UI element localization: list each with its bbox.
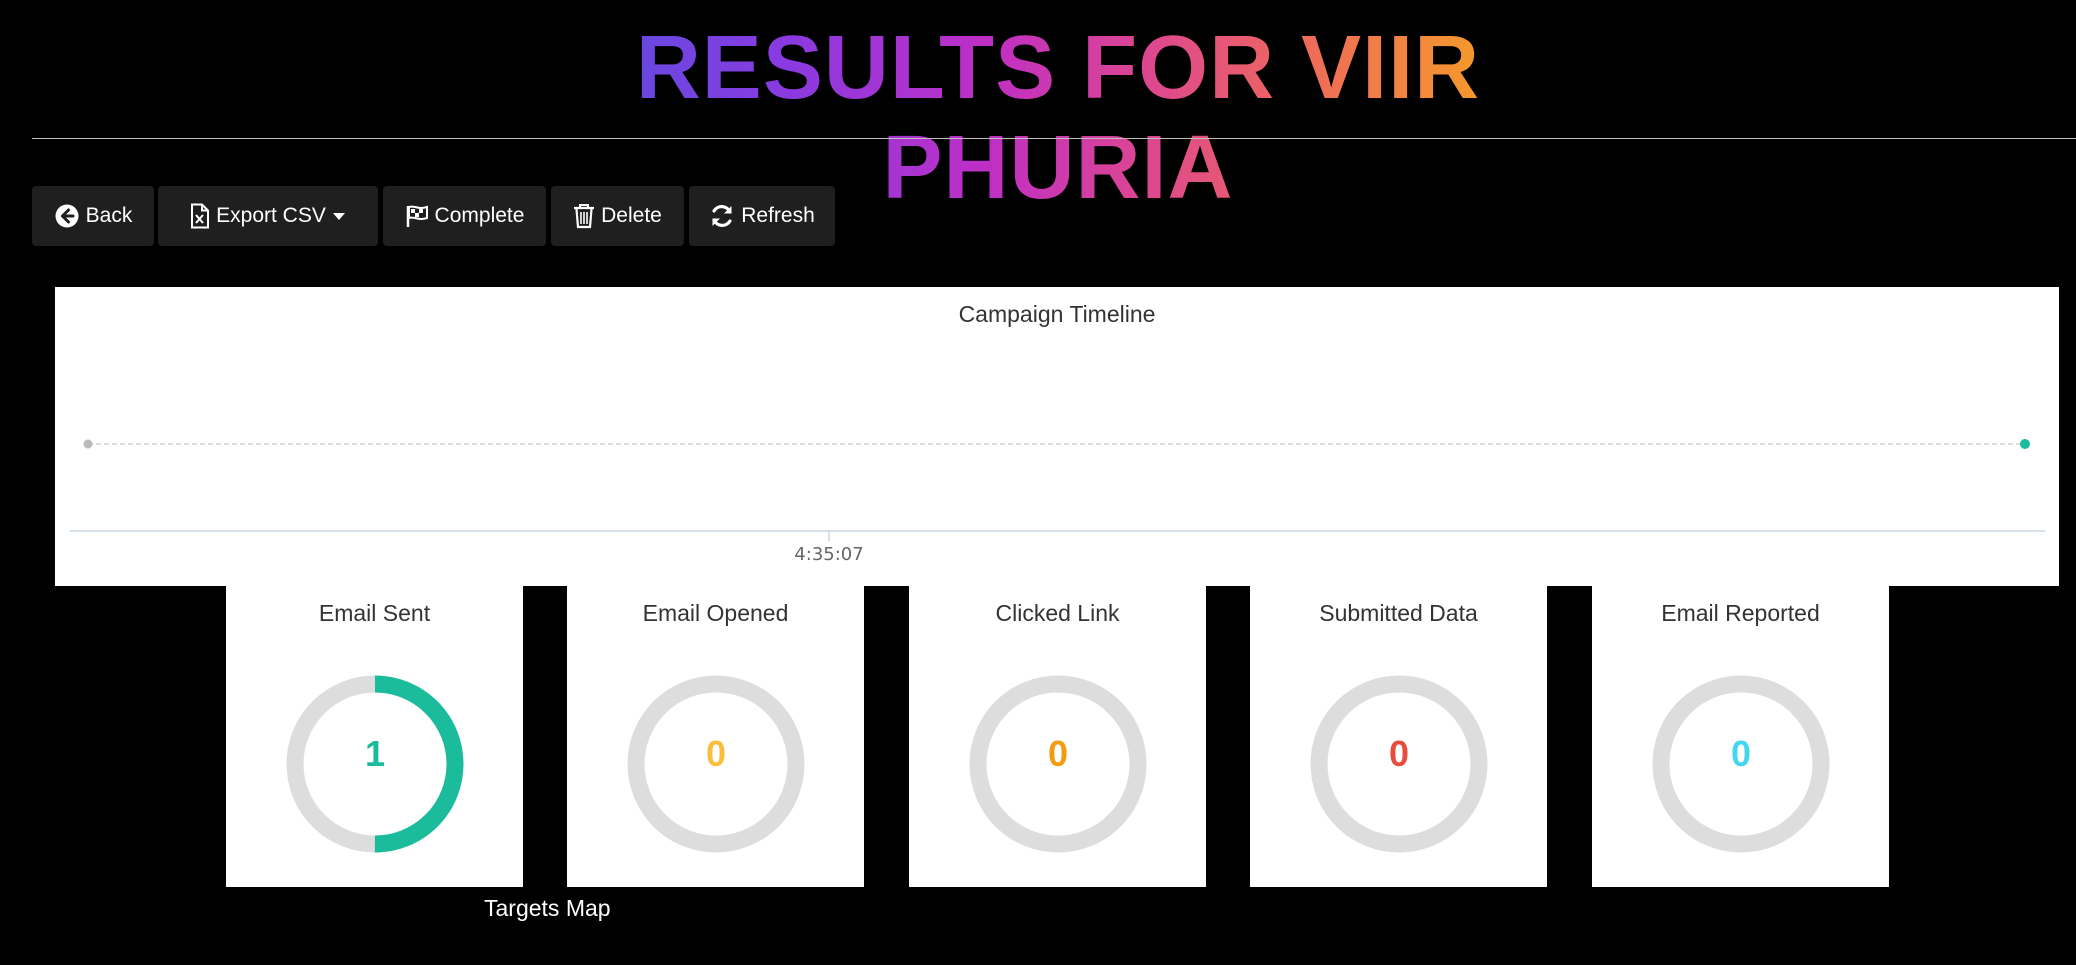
timeline-svg: 4:35:07 <box>70 439 2045 565</box>
file-excel-icon <box>190 203 210 229</box>
delete-button-label: Delete <box>601 204 662 227</box>
stat-value: 0 <box>1730 733 1752 774</box>
stat-card-email-sent: Email Sent 1 <box>226 586 523 887</box>
stat-card-email-reported: Email Reported 0 <box>1592 586 1889 887</box>
trash-icon <box>573 203 595 229</box>
refresh-button-label: Refresh <box>741 204 815 227</box>
stat-value: 0 <box>1388 733 1410 774</box>
page-title-container: RESULTS FOR VIIR PHURIA <box>496 18 1620 218</box>
export-csv-label: Export CSV <box>216 204 326 227</box>
stat-label: Email Sent <box>318 600 431 626</box>
stat-label: Clicked Link <box>995 600 1120 626</box>
refresh-icon <box>709 203 735 229</box>
refresh-button[interactable]: Refresh <box>689 186 835 246</box>
stat-card-submitted-data: Submitted Data 0 <box>1250 586 1547 887</box>
stat-value: 0 <box>705 733 727 774</box>
export-csv-dropdown[interactable]: Export CSV <box>158 186 378 246</box>
back-button[interactable]: Back <box>32 186 154 246</box>
arrow-circle-left-icon <box>54 203 80 229</box>
complete-button-label: Complete <box>434 204 525 227</box>
stat-value: 0 <box>1047 733 1069 774</box>
stat-label: Email Reported <box>1661 600 1820 626</box>
campaign-timeline-chart: Campaign Timeline 4:35:07 <box>55 287 2059 586</box>
stat-label: Email Opened <box>642 600 789 626</box>
flag-checkered-icon <box>405 204 429 228</box>
results-page: RESULTS FOR VIIR PHURIA Back Export CSV … <box>0 0 2076 965</box>
caret-down-icon <box>332 211 346 221</box>
delete-button[interactable]: Delete <box>551 186 684 246</box>
stat-label: Submitted Data <box>1319 600 1478 626</box>
complete-button[interactable]: Complete <box>383 186 546 246</box>
back-button-label: Back <box>85 204 133 227</box>
timeline-point-sent[interactable] <box>2020 439 2030 449</box>
stat-value: 1 <box>364 733 386 774</box>
targets-map-heading: Targets Map <box>484 895 611 921</box>
stat-card-email-opened: Email Opened 0 <box>567 586 864 887</box>
stat-card-clicked-link: Clicked Link 0 <box>909 586 1206 887</box>
timeline-point-launched[interactable] <box>83 439 93 449</box>
x-tick-label: 4:35:07 <box>794 544 863 565</box>
title-divider <box>32 138 2076 139</box>
